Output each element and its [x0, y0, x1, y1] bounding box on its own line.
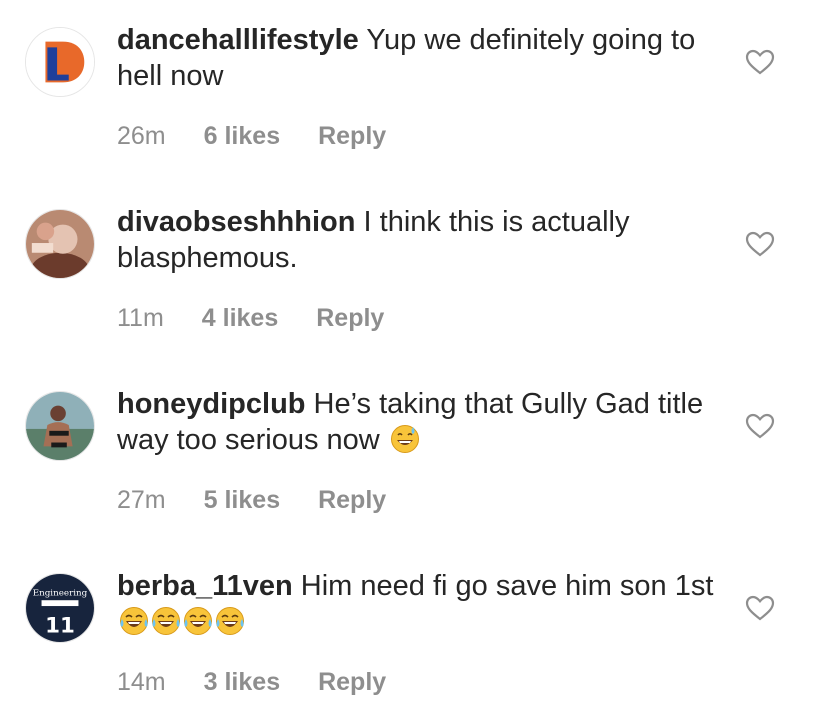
comment-meta: 11m 4 likes Reply [117, 304, 717, 333]
tears-of-joy-emoji-icon [152, 607, 180, 635]
comment-meta: 27m 5 likes Reply [117, 486, 717, 515]
comment-time[interactable]: 11m [117, 304, 164, 333]
heart-icon[interactable] [745, 49, 775, 75]
avatar[interactable]: Engineering 11 [25, 573, 95, 643]
tears-of-joy-emoji-icon [216, 607, 244, 635]
jersey-lettering: Engineering [33, 588, 88, 598]
comment-username[interactable]: berba_11ven [117, 570, 293, 602]
reply-button[interactable]: Reply [316, 304, 384, 333]
reply-button[interactable]: Reply [318, 668, 386, 697]
comment-time[interactable]: 14m [117, 668, 166, 697]
avatar[interactable] [25, 391, 95, 461]
comment-meta: 26m 6 likes Reply [117, 122, 717, 151]
grinning-sweat-emoji-icon [390, 425, 419, 453]
tears-of-joy-emoji-icon [184, 607, 212, 635]
comment-item: Engineering 11 berba_11ven Him need fi g… [0, 546, 820, 728]
comment-text: dancehalllifestyle Yup we definitely goi… [117, 22, 717, 94]
comment-likes[interactable]: 6 likes [204, 122, 280, 151]
jersey-number: 11 [45, 613, 75, 638]
comment-time[interactable]: 26m [117, 122, 166, 151]
comment-meta: 14m 3 likes Reply [117, 668, 717, 697]
comment-username[interactable]: dancehalllifestyle [117, 24, 359, 56]
comment-time[interactable]: 27m [117, 486, 166, 515]
letter-d-logo-avatar [26, 28, 94, 96]
heart-icon[interactable] [745, 595, 775, 621]
comment-likes[interactable]: 5 likes [204, 486, 280, 515]
comment-item: divaobseshhhion I think this is actually… [0, 182, 820, 364]
tears-of-joy-emoji-icon [120, 607, 148, 635]
comment-message: Him need fi go save him son 1st [292, 570, 714, 602]
comment-text: honeydipclub He’s taking that Gully Gad … [117, 386, 717, 458]
comment-text: berba_11ven Him need fi go save him son … [117, 568, 717, 640]
comment-likes[interactable]: 4 likes [202, 304, 278, 333]
jersey-11-avatar: Engineering 11 [26, 574, 94, 642]
reply-button[interactable]: Reply [318, 122, 386, 151]
photo-avatar [26, 210, 94, 278]
reply-button[interactable]: Reply [318, 486, 386, 515]
heart-icon[interactable] [745, 413, 775, 439]
comment-username[interactable]: divaobseshhhion [117, 206, 355, 238]
beach-photo-avatar [26, 392, 94, 460]
avatar[interactable] [25, 209, 95, 279]
comment-item: dancehalllifestyle Yup we definitely goi… [0, 0, 820, 182]
avatar[interactable] [25, 27, 95, 97]
comment-text: divaobseshhhion I think this is actually… [117, 204, 717, 276]
comment-username[interactable]: honeydipclub [117, 388, 306, 420]
comment-likes[interactable]: 3 likes [204, 668, 280, 697]
comment-item: honeydipclub He’s taking that Gully Gad … [0, 364, 820, 546]
heart-icon[interactable] [745, 231, 775, 257]
